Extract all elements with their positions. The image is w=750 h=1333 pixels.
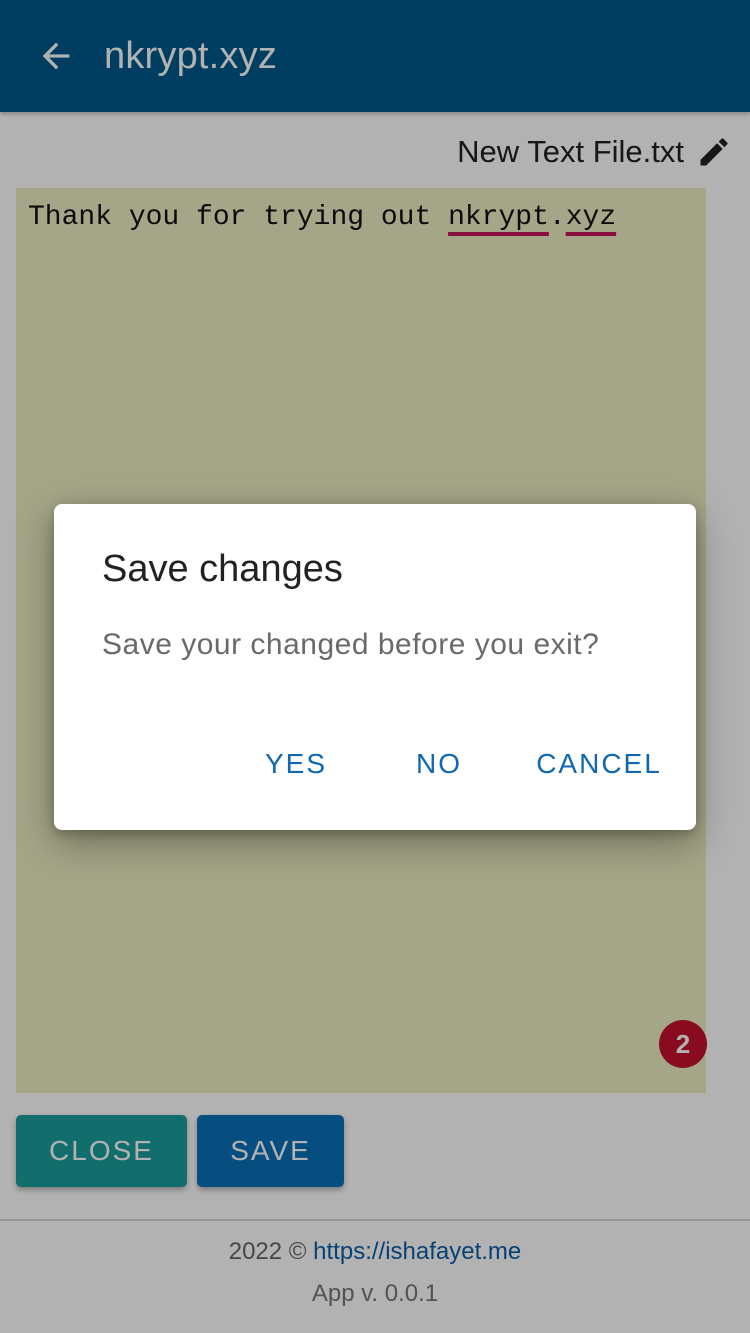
dialog-cancel-button[interactable]: CANCEL xyxy=(524,736,674,792)
dialog-no-button[interactable]: NO xyxy=(394,736,484,792)
dialog-yes-button[interactable]: YES xyxy=(244,736,348,792)
dialog-title: Save changes xyxy=(102,548,343,590)
save-changes-dialog: Save changes Save your changed before yo… xyxy=(54,504,696,830)
page: nkrypt.xyz New Text File.txt Thank you f… xyxy=(0,0,750,1333)
dialog-message: Save your changed before you exit? xyxy=(102,628,600,661)
